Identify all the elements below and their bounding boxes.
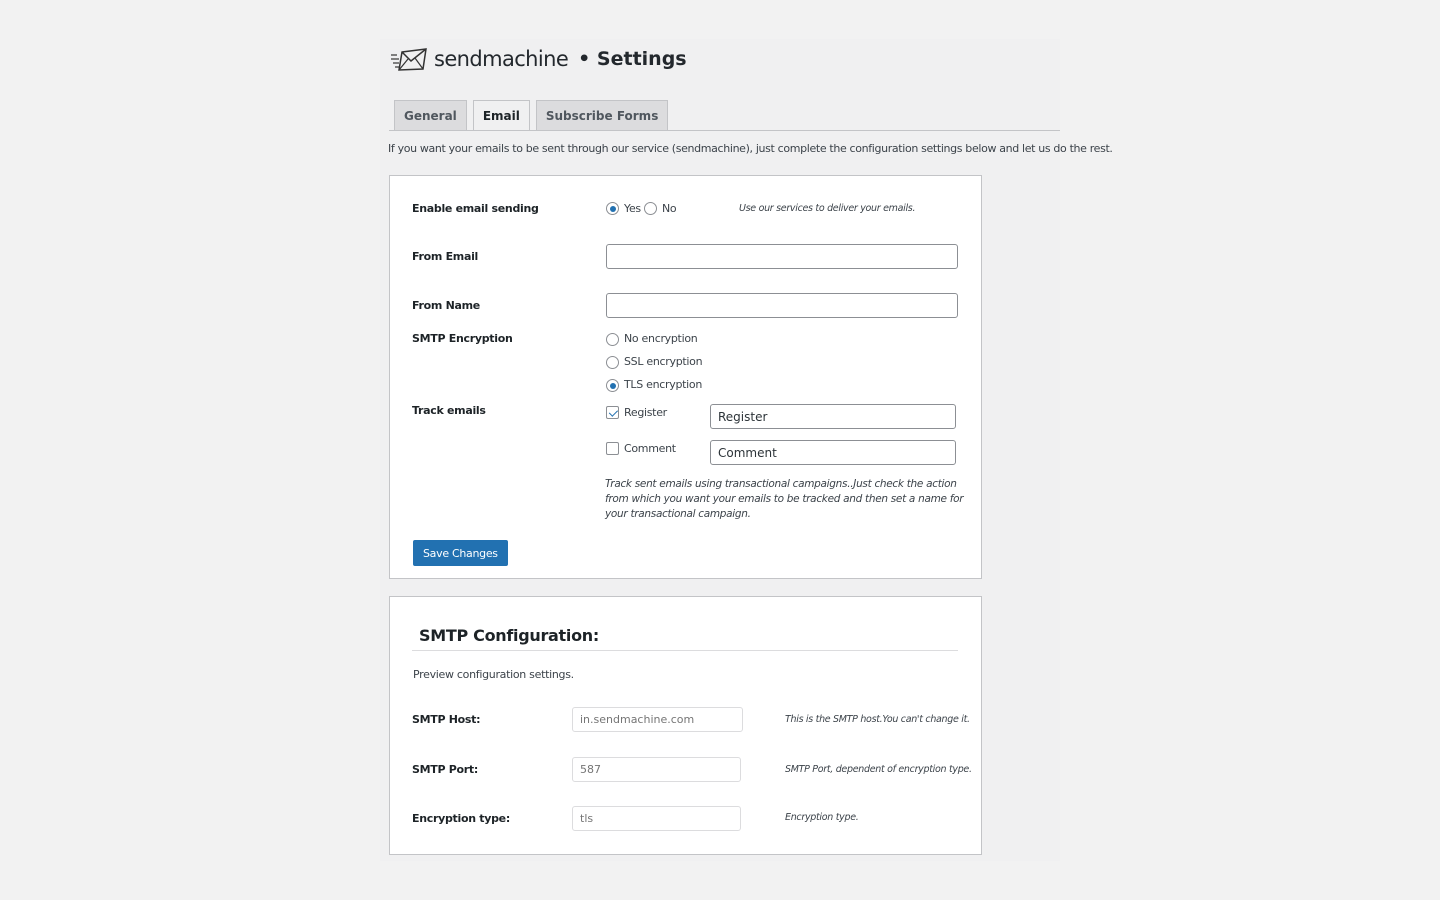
smtp-host-label: SMTP Host: bbox=[412, 713, 481, 726]
save-changes-button[interactable]: Save Changes bbox=[413, 540, 508, 566]
logo: sendmachine bbox=[390, 46, 569, 72]
track-register-label: Register bbox=[624, 406, 667, 419]
tab-email[interactable]: Email bbox=[472, 100, 530, 131]
tab-general[interactable]: General bbox=[394, 100, 467, 130]
smtp-host-field[interactable] bbox=[572, 707, 743, 732]
track-comment-checkbox[interactable] bbox=[606, 442, 619, 455]
track-comment-label: Comment bbox=[624, 442, 676, 455]
smtp-port-field[interactable] bbox=[572, 757, 741, 782]
enable-hint: Use our services to deliver your emails. bbox=[739, 203, 916, 214]
track-emails-label: Track emails bbox=[412, 404, 486, 417]
track-register-checkbox[interactable] bbox=[606, 406, 619, 419]
page-header: sendmachine • Settings bbox=[390, 45, 687, 73]
tab-subscribe-forms[interactable]: Subscribe Forms bbox=[535, 100, 669, 130]
smtp-encryption-label: SMTP Encryption bbox=[412, 332, 513, 345]
settings-page: sendmachine • Settings General Email Sub… bbox=[380, 39, 1113, 861]
tab-bar: General Email Subscribe Forms bbox=[394, 100, 669, 131]
tls-encryption-radio[interactable] bbox=[606, 379, 619, 392]
track-hint-line-2: from which you want your emails to be tr… bbox=[605, 493, 964, 505]
track-hint-line-1: Track sent emails using transactional ca… bbox=[605, 478, 957, 490]
smtp-port-label: SMTP Port: bbox=[412, 763, 478, 776]
enable-no-radio[interactable] bbox=[644, 202, 657, 215]
encryption-type-hint: Encryption type. bbox=[785, 812, 859, 823]
smtp-title-divider bbox=[412, 650, 958, 651]
smtp-subtitle: Preview configuration settings. bbox=[413, 668, 574, 681]
email-settings-panel: Enable email sending Yes No Use our serv… bbox=[389, 175, 982, 579]
from-name-field[interactable] bbox=[606, 293, 958, 318]
brand-name: sendmachine bbox=[434, 47, 569, 71]
ssl-encryption-radio[interactable] bbox=[606, 356, 619, 369]
enable-yes-radio[interactable] bbox=[606, 202, 619, 215]
tab-divider bbox=[389, 130, 1060, 131]
encryption-type-field[interactable] bbox=[572, 806, 741, 831]
tls-encryption-label: TLS encryption bbox=[624, 378, 702, 391]
enable-yes-label: Yes bbox=[624, 202, 641, 215]
enable-email-label: Enable email sending bbox=[412, 202, 539, 215]
intro-text: If you want your emails to be sent throu… bbox=[388, 142, 1113, 155]
track-hint-line-3: your transactional campaign. bbox=[605, 508, 751, 520]
enable-no-label: No bbox=[662, 202, 677, 215]
no-encryption-label: No encryption bbox=[624, 332, 698, 345]
ssl-encryption-label: SSL encryption bbox=[624, 355, 703, 368]
comment-campaign-field[interactable] bbox=[710, 440, 956, 465]
smtp-config-title: SMTP Configuration: bbox=[419, 626, 599, 645]
from-name-label: From Name bbox=[412, 299, 480, 312]
encryption-type-label: Encryption type: bbox=[412, 812, 510, 825]
smtp-host-hint: This is the SMTP host.You can't change i… bbox=[785, 714, 970, 725]
register-campaign-field[interactable] bbox=[710, 404, 956, 429]
smtp-config-panel: SMTP Configuration: Preview configuratio… bbox=[389, 596, 982, 855]
page-title: • Settings bbox=[578, 48, 687, 70]
envelope-icon bbox=[391, 48, 427, 71]
from-email-label: From Email bbox=[412, 250, 479, 263]
smtp-port-hint: SMTP Port, dependent of encryption type. bbox=[785, 764, 972, 775]
from-email-field[interactable] bbox=[606, 244, 958, 269]
no-encryption-radio[interactable] bbox=[606, 333, 619, 346]
